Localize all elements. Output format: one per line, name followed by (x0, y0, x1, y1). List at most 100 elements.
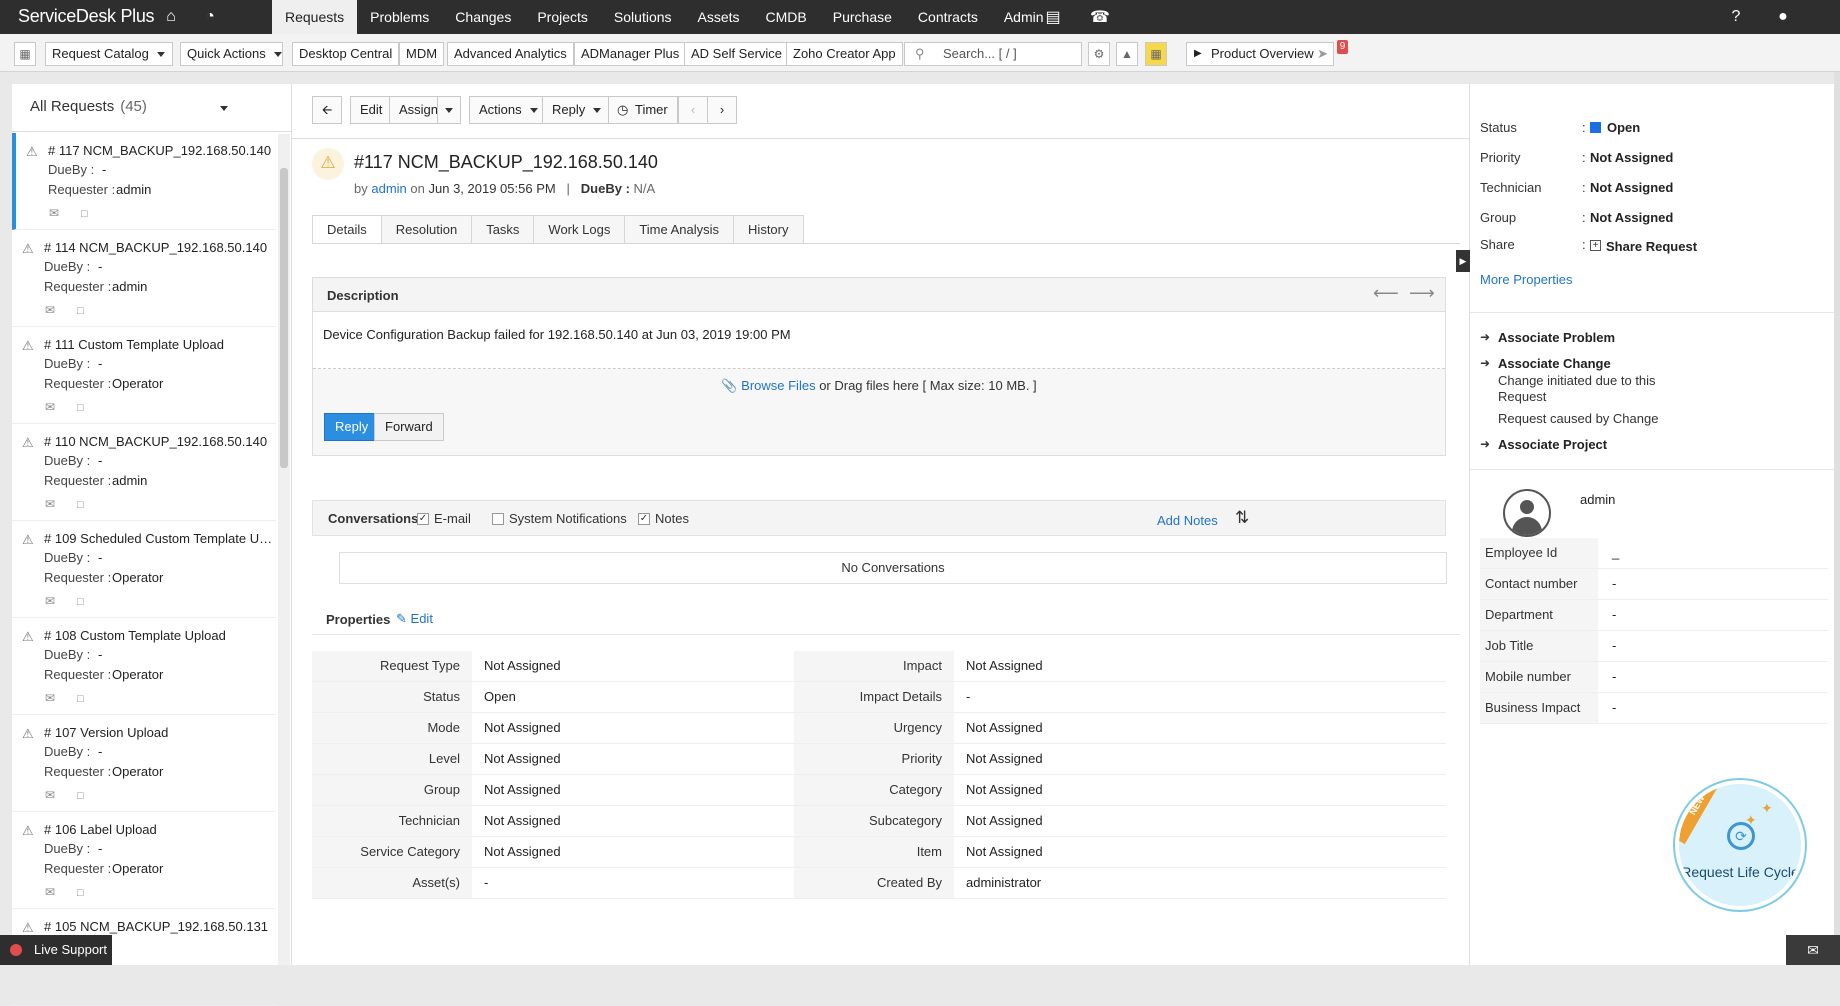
back-button[interactable]: 🡨 (312, 96, 342, 124)
mail-icon[interactable]: ✉ (45, 400, 55, 414)
nav-cmdb[interactable]: CMDB (753, 0, 820, 34)
reply-button[interactable]: Reply (324, 413, 380, 441)
more-properties-link[interactable]: More Properties (1480, 272, 1572, 287)
list-item[interactable]: ⚠ # 106 Label Upload DueBy :- Requester … (12, 812, 276, 909)
mail-icon[interactable]: ✉ (45, 885, 55, 899)
collapse-panel-button[interactable]: ▶ (1456, 250, 1470, 272)
list-item[interactable]: ⚠ # 108 Custom Template Upload DueBy :- … (12, 618, 276, 715)
sort-order-icon[interactable]: ⇅ (1235, 508, 1249, 528)
request-title[interactable]: # 108 Custom Template Upload (44, 628, 274, 643)
list-item[interactable]: ⚠ # 114 NCM_BACKUP_192.168.50.140 DueBy … (12, 230, 276, 327)
search-input[interactable]: ⚲ Search... [ / ] (904, 42, 1082, 66)
request-title[interactable]: # 105 NCM_BACKUP_192.168.50.131 (44, 919, 274, 934)
mail-icon[interactable]: ✉ (45, 497, 55, 511)
assign-dropdown-button[interactable] (437, 96, 461, 124)
previous-request-button[interactable]: ‹ (678, 96, 708, 124)
new-request-icon[interactable]: ▦ (14, 42, 36, 66)
page-scrollbar[interactable] (1834, 72, 1840, 935)
nav-purchase[interactable]: Purchase (820, 0, 905, 34)
nav-problems[interactable]: Problems (357, 0, 442, 34)
nav-changes[interactable]: Changes (442, 0, 524, 34)
notes-checkbox[interactable]: ✓ (638, 513, 650, 525)
scan-icon[interactable]: ⚙ (1088, 42, 1110, 66)
tab-work-logs[interactable]: Work Logs (534, 215, 626, 244)
associate-problem-link[interactable]: Associate Problem (1498, 330, 1615, 345)
properties-edit-link[interactable]: ✎ Edit (396, 611, 433, 627)
request-title[interactable]: # 114 NCM_BACKUP_192.168.50.140 (44, 240, 274, 255)
tab-tasks[interactable]: Tasks (472, 215, 535, 244)
request-title[interactable]: # 107 Version Upload (44, 725, 274, 740)
mail-icon[interactable]: ✉ (45, 303, 55, 317)
note-icon[interactable]: □ (77, 499, 84, 511)
associate-change-link[interactable]: Associate Change (1498, 356, 1611, 371)
author-link[interactable]: admin (371, 181, 406, 196)
request-title[interactable]: # 117 NCM_BACKUP_192.168.50.140 (48, 143, 278, 158)
tab-details[interactable]: Details (312, 215, 382, 244)
request-title[interactable]: # 111 Custom Template Upload (44, 337, 274, 352)
nav-requests[interactable]: Requests (272, 0, 358, 34)
forward-button[interactable]: Forward (374, 413, 444, 441)
reports-icon[interactable]: ▤ (1040, 5, 1066, 29)
note-icon[interactable]: □ (77, 402, 84, 414)
app-logo[interactable]: ServiceDesk Plus (18, 6, 155, 27)
request-life-cycle-button[interactable]: NEW ✦ ✦ ⟳ Request Life Cycle (1675, 780, 1805, 910)
timer-button[interactable]: ◷ Timer (608, 96, 678, 124)
list-scrollbar-thumb[interactable] (280, 168, 288, 468)
request-title[interactable]: # 109 Scheduled Custom Template Upload (44, 531, 274, 546)
product-overview-button[interactable]: ▶ Product Overview ➤ (1186, 42, 1334, 66)
bell-icon[interactable]: ▲ (1116, 42, 1138, 66)
forward-arrow-icon[interactable]: ⟶ (1409, 283, 1435, 304)
mdm-button[interactable]: MDM (399, 42, 445, 66)
nav-contracts[interactable]: Contracts (905, 0, 991, 34)
requester-name[interactable]: admin (1580, 492, 1615, 507)
actions-dropdown[interactable]: Actions (469, 96, 548, 124)
note-icon[interactable]: □ (77, 305, 84, 317)
technician-value[interactable]: Not Assigned (1590, 180, 1673, 195)
associate-project-link[interactable]: Associate Project (1498, 437, 1607, 452)
list-item[interactable]: ⚠ # 107 Version Upload DueBy :- Requeste… (12, 715, 276, 812)
admanager-plus-button[interactable]: ADManager Plus (574, 42, 687, 66)
note-icon[interactable]: □ (77, 790, 84, 802)
view-selector[interactable]: All Requests (45) (12, 84, 291, 132)
advanced-analytics-button[interactable]: Advanced Analytics (447, 42, 574, 66)
desktop-central-button[interactable]: Desktop Central (292, 42, 400, 66)
zoho-creator-button[interactable]: Zoho Creator App (786, 42, 903, 66)
note-icon[interactable]: □ (77, 693, 84, 705)
headset-icon[interactable]: ☎ (1087, 5, 1113, 29)
request-catalog-dropdown[interactable]: Request Catalog (45, 42, 173, 66)
nav-projects[interactable]: Projects (524, 0, 601, 34)
note-icon[interactable]: □ (77, 596, 84, 608)
system-notifications-checkbox[interactable] (492, 513, 504, 525)
tab-time-analysis[interactable]: Time Analysis (625, 215, 735, 244)
mail-icon[interactable]: ✉ (45, 594, 55, 608)
request-title[interactable]: # 106 Label Upload (44, 822, 274, 837)
reply-dropdown[interactable]: Reply (542, 96, 612, 124)
live-support-button[interactable]: Live Support (0, 935, 112, 965)
ad-self-service-button[interactable]: AD Self Service (684, 42, 790, 66)
user-profile-icon[interactable]: ● (1770, 5, 1796, 29)
home-icon[interactable]: ⌂ (158, 5, 184, 29)
next-request-button[interactable]: › (707, 96, 737, 124)
browse-files-link[interactable]: Browse Files (741, 378, 815, 393)
list-item[interactable]: ⚠ # 117 NCM_BACKUP_192.168.50.140 DueBy … (12, 133, 276, 230)
file-drop-zone[interactable]: 📎 Browse Files or Drag files here [ Max … (313, 369, 1445, 405)
list-item[interactable]: ⚠ # 111 Custom Template Upload DueBy :- … (12, 327, 276, 424)
chat-icon[interactable]: ✉ (1786, 935, 1840, 965)
mail-icon[interactable]: ✉ (45, 788, 55, 802)
help-icon[interactable]: ? (1723, 5, 1749, 29)
tab-history[interactable]: History (734, 215, 804, 244)
list-item[interactable]: ⚠ # 109 Scheduled Custom Template Upload… (12, 521, 276, 618)
add-notes-link[interactable]: Add Notes (1157, 513, 1218, 528)
reply-arrow-icon[interactable]: ⟵ (1373, 283, 1399, 304)
quick-actions-dropdown[interactable]: Quick Actions (180, 42, 283, 66)
request-title[interactable]: # 110 NCM_BACKUP_192.168.50.140 (44, 434, 274, 449)
share-request-link[interactable]: Share Request (1606, 239, 1697, 254)
note-icon[interactable]: □ (81, 208, 88, 220)
edit-button[interactable]: Edit (350, 96, 393, 124)
notes-icon[interactable]: ▦ (1145, 42, 1167, 66)
note-icon[interactable]: □ (77, 887, 84, 899)
priority-value[interactable]: Not Assigned (1590, 150, 1673, 165)
list-item[interactable]: ⚠ # 110 NCM_BACKUP_192.168.50.140 DueBy … (12, 424, 276, 521)
mail-icon[interactable]: ✉ (45, 691, 55, 705)
email-checkbox[interactable]: ✓ (417, 513, 429, 525)
